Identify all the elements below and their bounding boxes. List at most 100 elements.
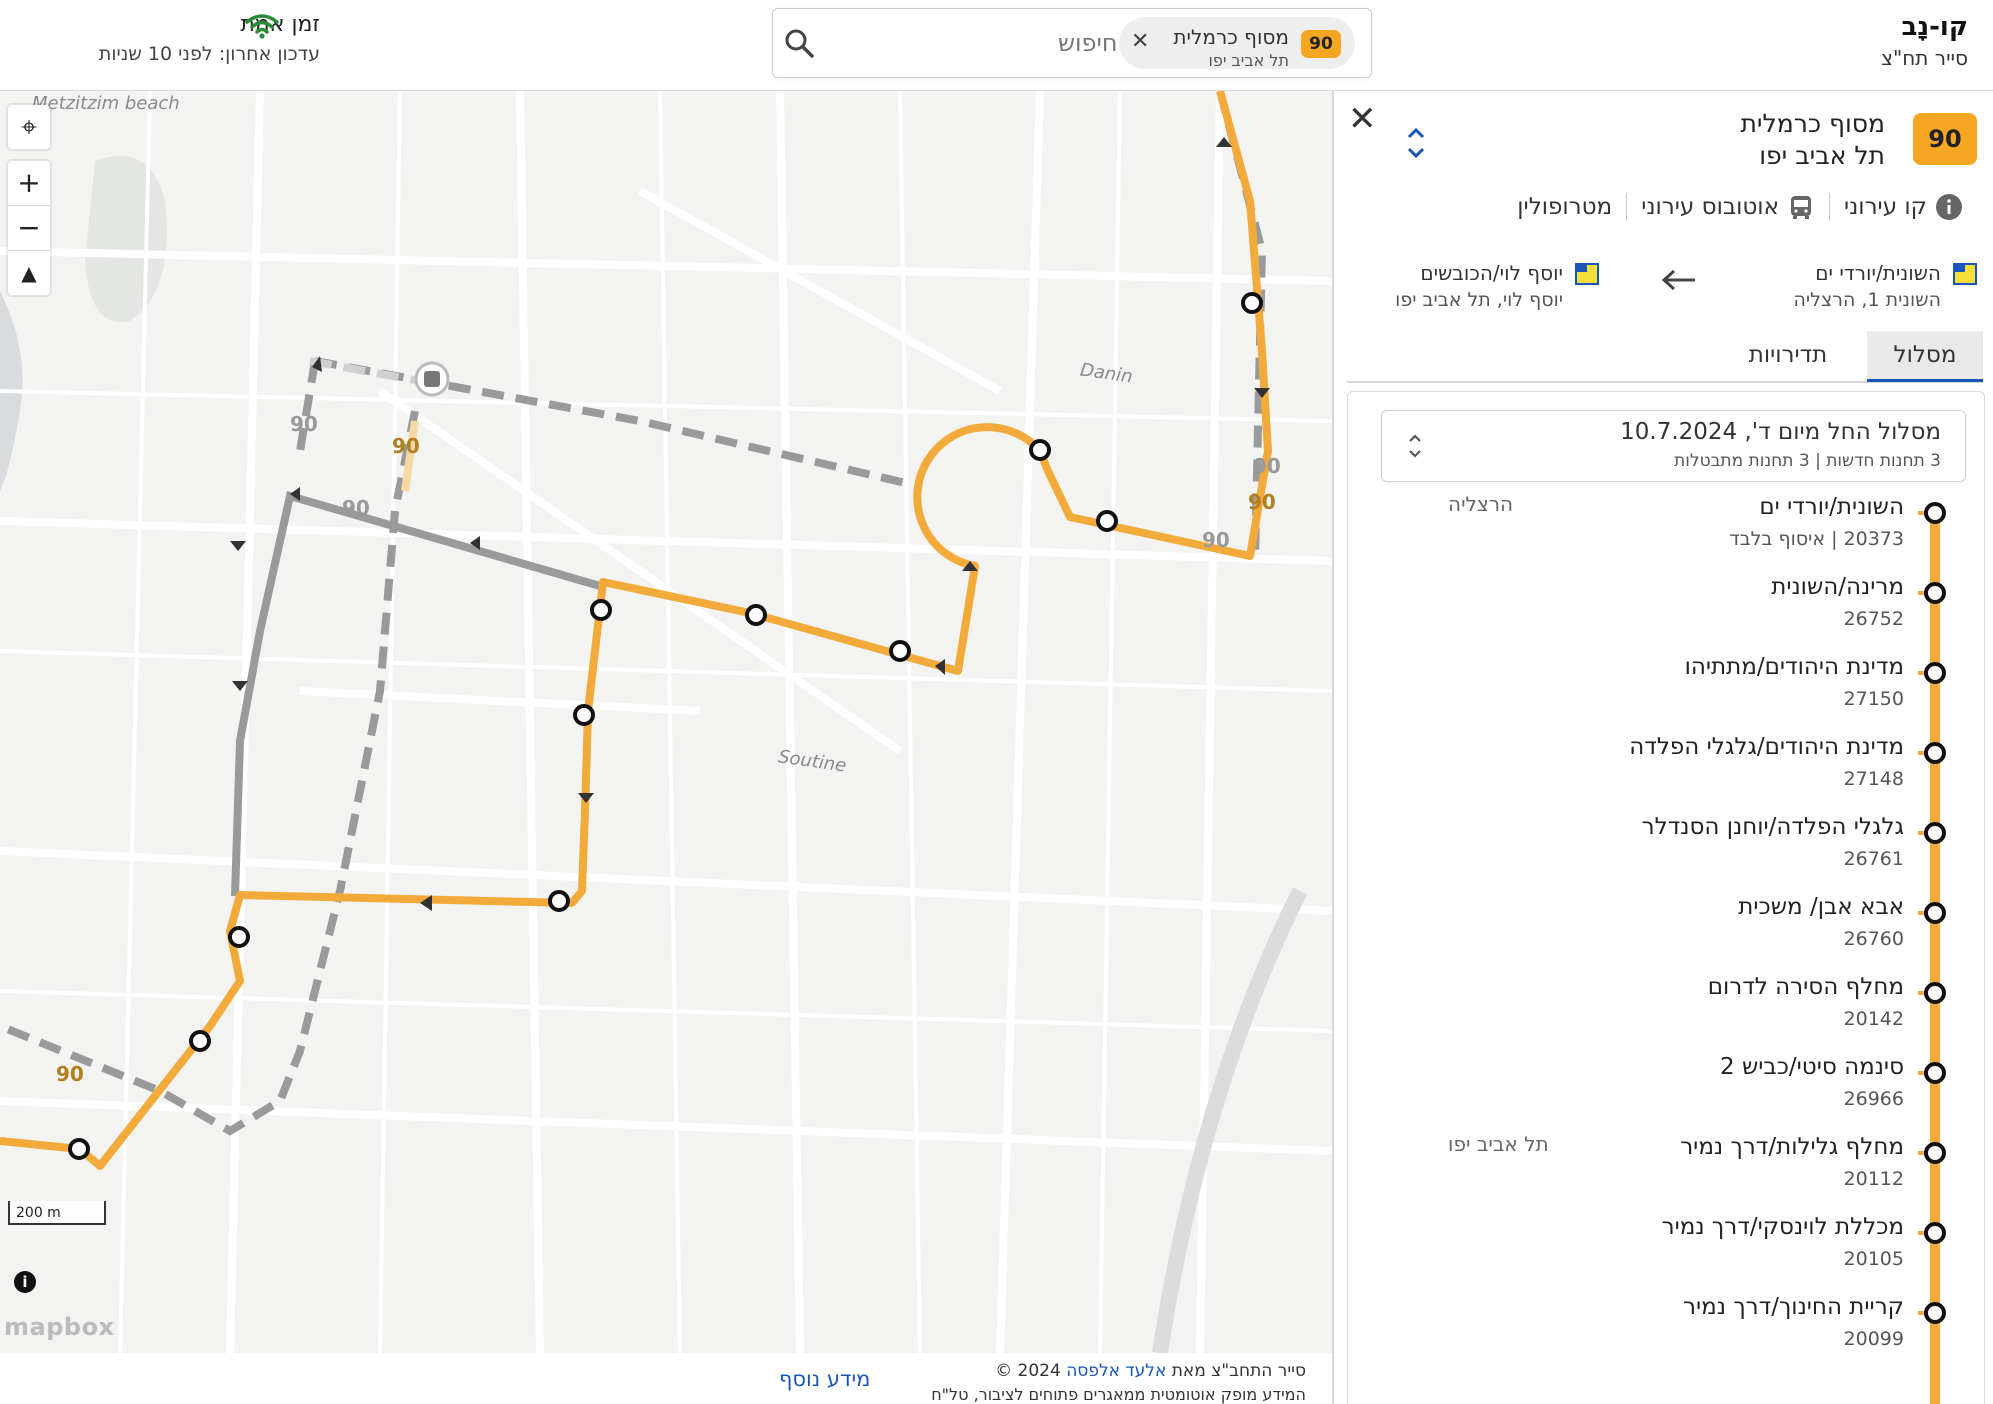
stop-item[interactable]: השונית/יורדי ים 20373 | איסוף בלבד הרצלי… <box>1348 492 1984 572</box>
wifi-icon <box>245 14 279 39</box>
top-bar: קו-נָב סייר תח"צ 90 מסוף כרמלית תל אביב … <box>0 0 1993 91</box>
stop-name: גלגלי הפלדה/יוחנן הסנדלר <box>1641 814 1904 840</box>
map-stop <box>1029 439 1051 461</box>
search-icon[interactable] <box>783 27 815 59</box>
attribution-info-icon[interactable]: i <box>14 1271 36 1293</box>
map-stop <box>889 640 911 662</box>
stop-item[interactable]: אבא אבן/ משכית 26760 <box>1348 892 1984 972</box>
scale-bar: 200 m <box>8 1201 106 1225</box>
stop-code: 26966 <box>1843 1088 1904 1110</box>
map-canvas[interactable]: 90 90 90 90 90 90 90 <box>0 91 1332 1353</box>
highway <box>1152 887 1308 1353</box>
stop-name: קריית החינוך/דרך נמיר <box>1683 1294 1904 1320</box>
tag-urban-line: קו עירוני <box>1828 193 1977 221</box>
stop-item[interactable]: מדינת היהודים/גלגלי הפלדה 27148 <box>1348 732 1984 812</box>
search-bar[interactable]: 90 מסוף כרמלית תל אביב יפו ✕ חיפוש <box>772 8 1372 78</box>
map-stop <box>68 1138 90 1160</box>
tag-operator: מטרופולין <box>1503 194 1626 220</box>
compass-icon[interactable]: ▲ <box>8 251 50 295</box>
selected-line-chip[interactable]: 90 מסוף כרמלית תל אביב יפו ✕ <box>1119 17 1355 70</box>
zoom-in-button[interactable]: + <box>8 161 50 206</box>
tab-frequencies[interactable]: תדירויות <box>1723 331 1853 379</box>
route-version-select[interactable]: מסלול החל מיום ד', 10.7.2024 3 תחנות חדש… <box>1381 410 1966 482</box>
route-version-changes: 3 תחנות חדשות | 3 תחנות מתבטלות <box>1674 451 1941 471</box>
stop-marker <box>1924 1222 1946 1244</box>
credit-year: 2024 © <box>995 1361 1061 1381</box>
origin-address: השונית 1, הרצליה <box>1793 289 1941 311</box>
geolocate-control[interactable]: ⌖ <box>8 105 50 149</box>
locate-icon[interactable]: ⌖ <box>8 105 50 149</box>
swap-direction-icon[interactable] <box>1404 123 1428 163</box>
map-stop <box>1241 292 1263 314</box>
route-label: 90 <box>1253 454 1281 478</box>
stop-item[interactable]: מדינת היהודים/מתתיהו 27150 <box>1348 652 1984 732</box>
search-input[interactable]: חיפוש <box>1058 29 1118 57</box>
more-info-link[interactable]: מידע נוסף <box>779 1367 870 1391</box>
stop-flag-icon <box>1953 263 1977 285</box>
stop-name: השונית/יורדי ים <box>1759 494 1904 520</box>
stop-code: 27150 <box>1843 688 1904 710</box>
stop-item[interactable]: גלגלי הפלדה/יוחנן הסנדלר 26761 <box>1348 812 1984 892</box>
app-brand[interactable]: קו-נָב סייר תח"צ <box>1881 12 1968 70</box>
stop-item[interactable]: סינמה סיטי/כביש 2 26966 <box>1348 1052 1984 1132</box>
zoom-out-button[interactable]: − <box>8 206 50 251</box>
stop-marker <box>1924 822 1946 844</box>
stop-code: 20142 <box>1843 1008 1904 1030</box>
close-icon[interactable]: ✕ <box>1348 99 1377 139</box>
stop-item[interactable]: קריית החינוך/דרך נמיר 20099 <box>1348 1292 1984 1372</box>
line-details-panel: ✕ 90 מסוף כרמלית תל אביב יפו קו עירוני א… <box>1332 91 1993 1404</box>
mapbox-logo[interactable]: mapbox <box>4 1313 115 1341</box>
stop-code: 20105 <box>1843 1248 1904 1270</box>
stop-name: מדינת היהודים/מתתיהו <box>1684 654 1904 680</box>
stop-code: 26761 <box>1843 848 1904 870</box>
stop-item[interactable]: מחלף גלילות/דרך נמיר 20112 תל אביב יפו <box>1348 1132 1984 1212</box>
tag-label: קו עירוני <box>1843 194 1927 220</box>
stop-name: סינמה סיטי/כביש 2 <box>1720 1054 1904 1080</box>
route-version-title: מסלול החל מיום ד', 10.7.2024 <box>1620 419 1941 445</box>
destination-name: יוסף לוי/הכובשים <box>1420 261 1563 285</box>
credit-line: סייר התחב"צ מאת אלעד אלפסה 2024 © <box>995 1361 1306 1381</box>
map-stop <box>1096 510 1118 532</box>
stop-marker <box>1924 1302 1946 1324</box>
stop-city: הרצליה <box>1448 492 1514 516</box>
route-label: 90 <box>342 496 370 520</box>
map-stop <box>590 599 612 621</box>
chip-subtitle: תל אביב יפו <box>1208 51 1289 70</box>
bus-icon <box>1790 196 1811 219</box>
tag-urban-bus: אוטובוס עירוני <box>1626 193 1829 221</box>
street-grid <box>0 91 1332 1353</box>
app-subtitle: סייר תח"צ <box>1881 46 1968 70</box>
origin-stop: השונית/יורדי ים השונית 1, הרצליה <box>1794 261 1977 311</box>
destination-stop: יוסף לוי/הכובשים יוסף לוי, תל אביב יפו <box>1395 261 1599 311</box>
map-stop <box>548 890 570 912</box>
route-map[interactable]: 90 90 90 90 90 90 90 Metzitzim beach Dan… <box>0 91 1332 1353</box>
tag-label: אוטובוס עירוני <box>1641 194 1779 220</box>
stop-marker <box>1924 902 1946 924</box>
author-link[interactable]: אלעד אלפסה <box>1066 1361 1166 1381</box>
terminal-icon <box>414 361 450 397</box>
route-content: מסלול החל מיום ד', 10.7.2024 3 תחנות חדש… <box>1347 391 1985 1404</box>
stop-item[interactable]: מכללת לוינסקי/דרך נמיר 20105 <box>1348 1212 1984 1292</box>
stops-list: השונית/יורדי ים 20373 | איסוף בלבד הרצלי… <box>1348 492 1984 1404</box>
stop-marker <box>1924 662 1946 684</box>
credit-prefix: סייר התחב"צ מאת <box>1171 1361 1306 1381</box>
line-destination: מסוף כרמלית <box>1740 109 1886 138</box>
tab-route[interactable]: מסלול <box>1867 331 1983 382</box>
arrow-left-icon <box>1661 269 1695 291</box>
route-label: 90 <box>1248 490 1276 514</box>
stop-code: 26760 <box>1843 928 1904 950</box>
line-number-badge: 90 <box>1913 113 1977 165</box>
chip-title: מסוף כרמלית <box>1173 25 1289 49</box>
zoom-controls[interactable]: + − ▲ <box>8 161 50 295</box>
stop-name: מחלף הסירה לדרום <box>1707 974 1904 1000</box>
chip-remove-icon[interactable]: ✕ <box>1131 29 1149 54</box>
place-label: Metzitzim beach <box>32 93 180 114</box>
stop-marker <box>1924 982 1946 1004</box>
stop-flag-icon <box>1575 263 1599 285</box>
stop-code: 20373 | איסוף בלבד <box>1729 528 1904 550</box>
park-area <box>85 156 167 323</box>
map-stop <box>189 1030 211 1052</box>
stop-item[interactable]: מחלף הסירה לדרום 20142 <box>1348 972 1984 1052</box>
stop-item[interactable]: מרינה/השונית 26752 <box>1348 572 1984 652</box>
stop-name: מרינה/השונית <box>1771 574 1904 600</box>
